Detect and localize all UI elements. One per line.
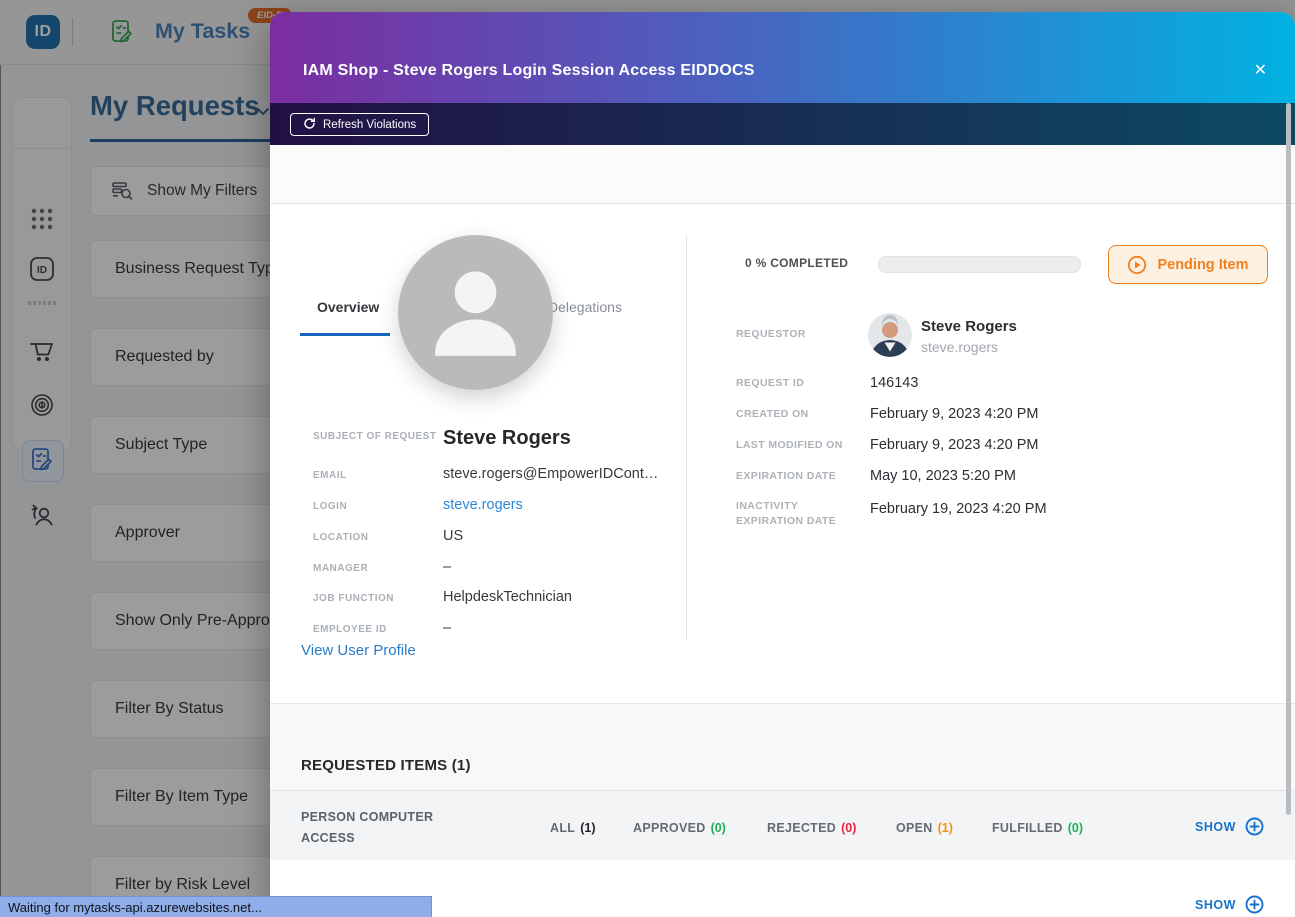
browser-status-bar: Waiting for mytasks-api.azurewebsites.ne…: [0, 896, 432, 917]
modal-title: IAM Shop - Steve Rogers Login Session Ac…: [303, 62, 755, 80]
plus-circle-icon: [1245, 817, 1264, 836]
item-name: PERSON COMPUTER ACCESS: [301, 807, 451, 849]
requestor-label: REQUESTOR: [736, 328, 806, 340]
created-on-value: February 9, 2023 4:20 PM: [870, 406, 1038, 422]
refresh-violations-button[interactable]: Refresh Violations: [290, 113, 429, 136]
login-link[interactable]: steve.rogers: [443, 497, 523, 513]
created-on-label: CREATED ON: [736, 408, 809, 420]
request-details-modal: IAM Shop - Steve Rogers Login Session Ac…: [270, 12, 1295, 917]
section-divider: [686, 235, 687, 640]
modal-tab-bar: Overview Process Steps Delegations: [270, 145, 1295, 204]
progress-bar: [878, 256, 1081, 273]
show-label: SHOW: [1195, 820, 1236, 834]
last-modified-value: February 9, 2023 4:20 PM: [870, 437, 1038, 453]
employee-id-label: EMPLOYEE ID: [313, 624, 439, 635]
count-rejected[interactable]: REJECTED(0): [767, 821, 856, 835]
employee-id-value: –: [443, 620, 451, 636]
request-id-value: 146143: [870, 375, 918, 391]
location-label: LOCATION: [313, 532, 439, 543]
requestor-avatar: [868, 313, 912, 357]
refresh-violations-label: Refresh Violations: [323, 119, 416, 131]
job-function-value: HelpdeskTechnician: [443, 589, 572, 605]
close-icon[interactable]: ✕: [1254, 60, 1267, 80]
show-item-button[interactable]: SHOW: [1195, 817, 1264, 836]
show-more-label: SHOW: [1195, 898, 1236, 912]
inactivity-expiration-value: February 19, 2023 4:20 PM: [870, 501, 1047, 517]
view-user-profile-link[interactable]: View User Profile: [301, 642, 416, 659]
pending-item-label: Pending Item: [1157, 257, 1248, 273]
count-approved[interactable]: APPROVED(0): [633, 821, 726, 835]
request-id-label: REQUEST ID: [736, 377, 804, 389]
email-label: EMAIL: [313, 470, 439, 481]
refresh-icon: [303, 117, 316, 133]
login-label: LOGIN: [313, 501, 439, 512]
pending-item-button[interactable]: Pending Item: [1108, 245, 1268, 284]
subject-name: Steve Rogers: [443, 427, 571, 450]
show-more-button[interactable]: SHOW: [1195, 895, 1264, 914]
requested-items-band: REQUESTED ITEMS (1): [270, 703, 1295, 791]
location-value: US: [443, 528, 463, 544]
count-open[interactable]: OPEN(1): [896, 821, 953, 835]
plus-circle-icon: [1245, 895, 1264, 914]
expiration-date-value: May 10, 2023 5:20 PM: [870, 468, 1016, 484]
manager-value: –: [443, 559, 451, 575]
modal-toolbar: Refresh Violations: [270, 103, 1295, 145]
requested-item-row: PERSON COMPUTER ACCESS ALL(1) APPROVED(0…: [270, 790, 1295, 862]
app-window: ID My Tasks EID-D: [0, 0, 1295, 917]
subject-label: SUBJECT OF REQUEST: [313, 431, 439, 442]
expiration-date-label: EXPIRATION DATE: [736, 470, 836, 482]
last-modified-label: LAST MODIFIED ON: [736, 439, 843, 451]
modal-header: IAM Shop - Steve Rogers Login Session Ac…: [270, 12, 1295, 103]
modal-scrollbar[interactable]: [1286, 103, 1291, 815]
play-circle-icon: [1127, 255, 1147, 275]
count-fulfilled[interactable]: FULFILLED(0): [992, 821, 1083, 835]
tab-delegations[interactable]: Delegations: [548, 299, 622, 315]
subject-avatar: [398, 235, 553, 390]
email-value: steve.rogers@EmpowerIDCont…: [443, 466, 658, 482]
tab-active-underline: [300, 333, 390, 336]
job-function-label: JOB FUNCTION: [313, 593, 439, 604]
requestor-name: Steve Rogers: [921, 318, 1017, 335]
count-all[interactable]: ALL(1): [550, 821, 595, 835]
tab-overview[interactable]: Overview: [317, 299, 379, 315]
progress-label: 0 % COMPLETED: [745, 256, 848, 270]
inactivity-expiration-label: INACTIVITY EXPIRATION DATE: [736, 499, 856, 529]
requested-items-heading: REQUESTED ITEMS (1): [301, 757, 471, 774]
manager-label: MANAGER: [313, 563, 439, 574]
requestor-login: steve.rogers: [921, 339, 998, 355]
